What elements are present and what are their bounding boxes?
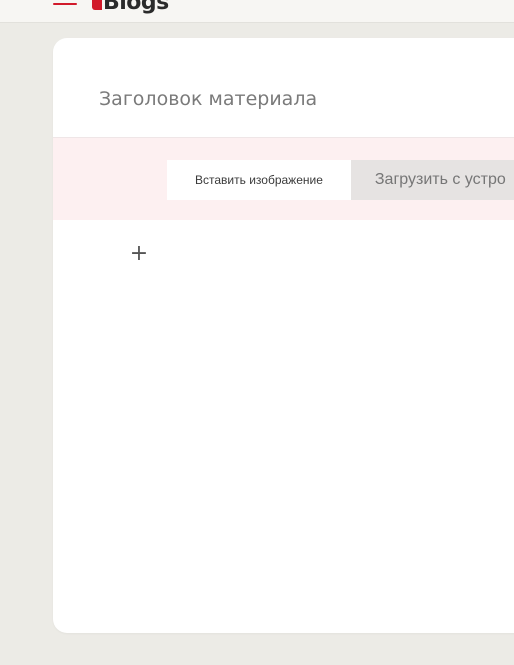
image-block: Вставить изображение Загрузить с устро: [53, 138, 514, 220]
editor-card: Вставить изображение Загрузить с устро +: [53, 38, 514, 633]
tab-insert-image[interactable]: Вставить изображение: [167, 160, 351, 200]
logo-mark: [92, 0, 102, 10]
site-logo[interactable]: Blogs: [92, 0, 169, 17]
plus-icon[interactable]: +: [129, 242, 149, 266]
tab-upload-from-device[interactable]: Загрузить с устро: [350, 160, 514, 200]
image-source-tabs: Вставить изображение Загрузить с устро: [167, 160, 514, 200]
top-header: Blogs: [0, 0, 514, 23]
hamburger-menu-icon[interactable]: [53, 0, 77, 10]
article-title-input[interactable]: [99, 84, 514, 114]
logo-text: Blogs: [103, 0, 169, 15]
